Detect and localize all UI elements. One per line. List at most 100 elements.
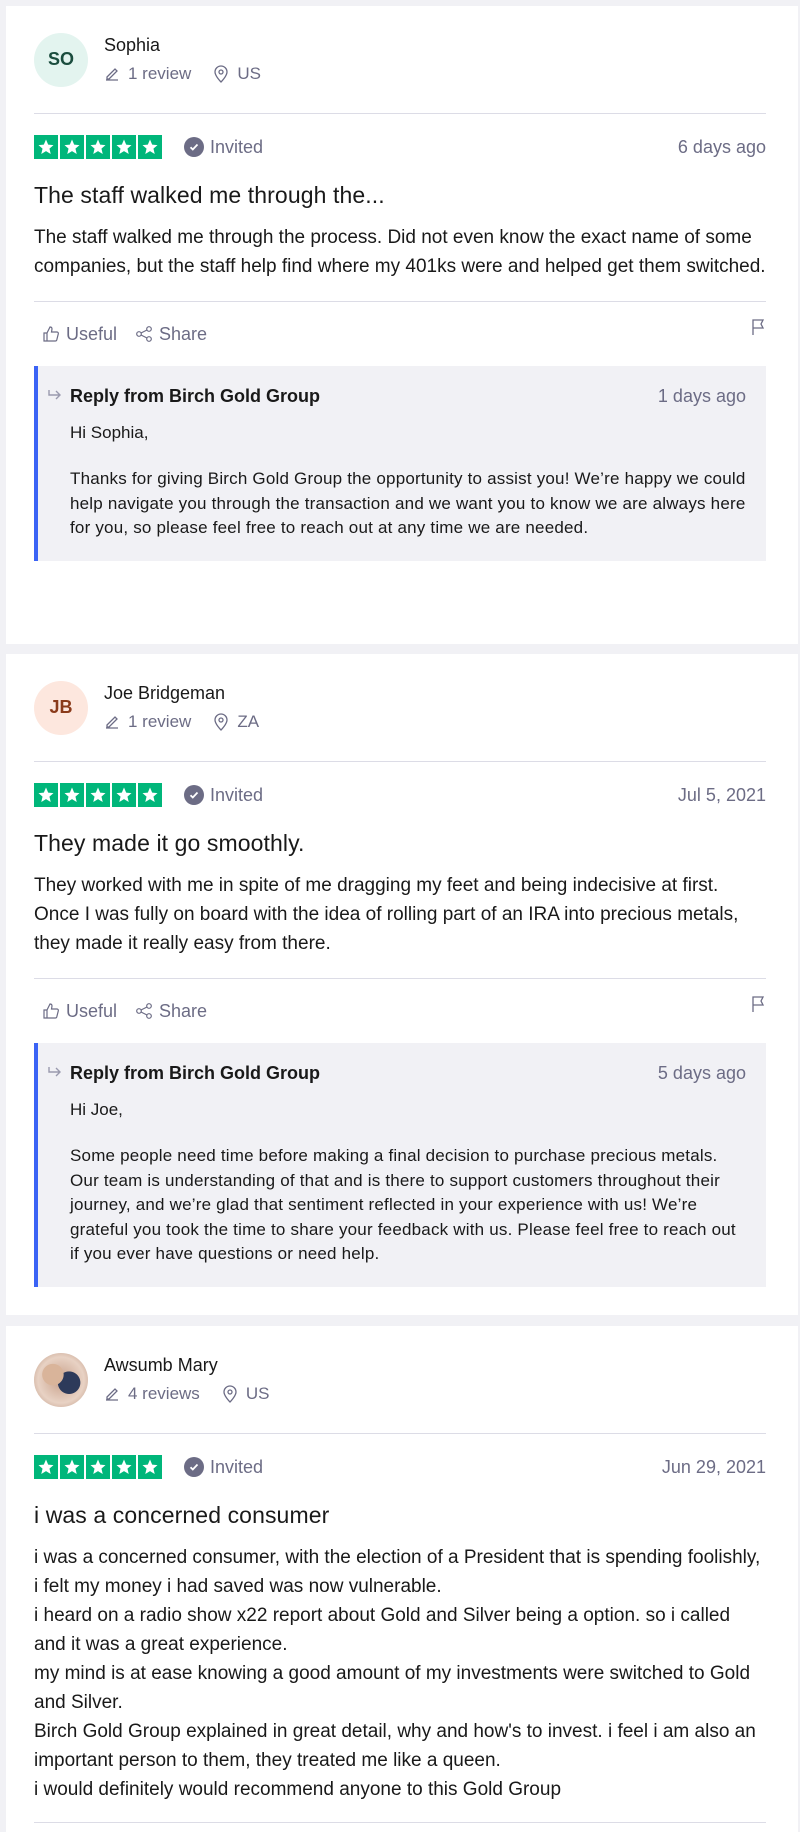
review-count: 1 review (104, 712, 191, 732)
share-button[interactable]: Share (135, 1001, 207, 1022)
review-text: The staff walked me through the process.… (34, 223, 766, 301)
review-count-label: 1 review (128, 712, 192, 731)
star-icon (112, 135, 136, 159)
star-rating (34, 1455, 164, 1479)
flag-icon[interactable] (750, 995, 766, 1013)
check-circle-icon (184, 785, 204, 805)
country-label: US (237, 64, 261, 83)
useful-button[interactable]: Useful (42, 1001, 117, 1022)
location: ZA (213, 712, 259, 732)
check-circle-icon (184, 137, 204, 157)
invited-badge[interactable]: Invited (184, 785, 263, 806)
review-paragraph: Birch Gold Group explained in great deta… (34, 1721, 756, 1771)
company-reply: Reply from Birch Gold Group 1 days ago H… (34, 366, 766, 561)
review-paragraph: The staff walked me through the process.… (34, 227, 766, 277)
flag-icon[interactable] (750, 318, 766, 336)
company-reply: Reply from Birch Gold Group 5 days ago H… (34, 1043, 766, 1287)
consumer-info: Awsumb Mary 4 reviews US (34, 1326, 766, 1434)
reply-from: Reply from Birch Gold Group (70, 1063, 321, 1083)
star-icon (138, 783, 162, 807)
reply-greeting: Hi Joe, (70, 1100, 123, 1119)
review-count: 1 review (104, 64, 191, 84)
reply-date: 5 days ago (657, 1063, 746, 1083)
star-rating (34, 135, 164, 159)
useful-label: Useful (66, 323, 118, 344)
consumer-info: JB Joe Bridgeman 1 review ZA (34, 654, 766, 762)
star-icon (86, 135, 110, 159)
divider (34, 1822, 766, 1823)
review-paragraph: i was a concerned consumer, with the ele… (34, 1547, 761, 1597)
reply-date: 1 days ago (657, 386, 746, 406)
share-icon (136, 1003, 152, 1019)
star-icon (60, 1455, 84, 1479)
review-count-label: 4 reviews (128, 1384, 200, 1403)
review-card: Awsumb Mary 4 reviews US Invited Jun 29,… (6, 1326, 798, 1832)
review-card: JB Joe Bridgeman 1 review ZA Invited Jul… (6, 654, 798, 1315)
review-paragraph: i would definitely would recommend anyon… (34, 1779, 562, 1800)
share-button[interactable]: Share (135, 324, 207, 345)
star-icon (34, 135, 58, 159)
share-label: Share (159, 323, 208, 344)
review-paragraph: my mind is at ease knowing a good amount… (34, 1663, 751, 1713)
consumer-name[interactable]: Sophia (104, 35, 283, 56)
useful-button[interactable]: Useful (42, 324, 117, 345)
star-icon (34, 783, 58, 807)
star-icon (34, 1455, 58, 1479)
star-icon (138, 1455, 162, 1479)
avatar[interactable]: SO (34, 32, 88, 87)
star-icon (112, 783, 136, 807)
useful-label: Useful (66, 1000, 118, 1021)
reply-arrow-icon (48, 1067, 61, 1077)
review-count-label: 1 review (128, 64, 192, 83)
review-title[interactable]: The staff walked me through the... (34, 182, 766, 209)
country-label: ZA (237, 712, 260, 731)
reply-greeting: Hi Sophia, (70, 423, 149, 442)
review-date: Jun 29, 2021 (661, 1456, 766, 1477)
check-circle-icon (184, 1457, 204, 1477)
review-paragraph: They worked with me in spite of me dragg… (34, 875, 739, 954)
avatar[interactable] (34, 1352, 88, 1407)
review-date: Jul 5, 2021 (677, 784, 766, 805)
review-text: i was a concerned consumer, with the ele… (34, 1543, 766, 1822)
country-label: US (245, 1384, 270, 1403)
invited-label: Invited (210, 784, 264, 805)
consumer-info: SO Sophia 1 review US (34, 6, 766, 114)
consumer-name[interactable]: Awsumb Mary (104, 1355, 291, 1376)
review-title[interactable]: i was a concerned consumer (34, 1502, 766, 1529)
review-title[interactable]: They made it go smoothly. (34, 830, 766, 857)
location: US (222, 1384, 270, 1404)
thumbs-up-icon (43, 326, 59, 342)
review-paragraph: i heard on a radio show x22 report about… (34, 1605, 731, 1655)
pencil-icon (106, 68, 118, 81)
location-pin-icon (214, 713, 228, 731)
location-pin-icon (214, 65, 228, 83)
review-card: SO Sophia 1 review US Invited 6 days ago… (6, 6, 798, 644)
reply-text: Thanks for giving Birch Gold Group the o… (70, 469, 746, 537)
star-icon (86, 783, 110, 807)
location-pin-icon (223, 1385, 237, 1403)
invited-badge[interactable]: Invited (184, 1457, 263, 1478)
reply-arrow-icon (48, 390, 61, 400)
star-icon (60, 783, 84, 807)
invited-badge[interactable]: Invited (184, 137, 263, 158)
share-label: Share (159, 1000, 208, 1021)
review-count: 4 reviews (104, 1384, 200, 1404)
thumbs-up-icon (43, 1003, 59, 1019)
location: US (213, 64, 261, 84)
invited-label: Invited (210, 136, 264, 157)
reply-from: Reply from Birch Gold Group (70, 386, 321, 406)
invited-label: Invited (210, 1456, 264, 1477)
pencil-icon (106, 716, 118, 729)
star-icon (60, 135, 84, 159)
pencil-icon (106, 1388, 118, 1401)
star-icon (86, 1455, 110, 1479)
star-icon (138, 135, 162, 159)
consumer-name[interactable]: Joe Bridgeman (104, 683, 281, 704)
avatar[interactable]: JB (34, 680, 88, 735)
star-rating (34, 783, 164, 807)
reply-text: Some people need time before making a fi… (70, 1146, 736, 1263)
star-icon (112, 1455, 136, 1479)
share-icon (136, 326, 152, 342)
review-date: 6 days ago (677, 136, 766, 157)
review-text: They worked with me in spite of me dragg… (34, 871, 766, 978)
